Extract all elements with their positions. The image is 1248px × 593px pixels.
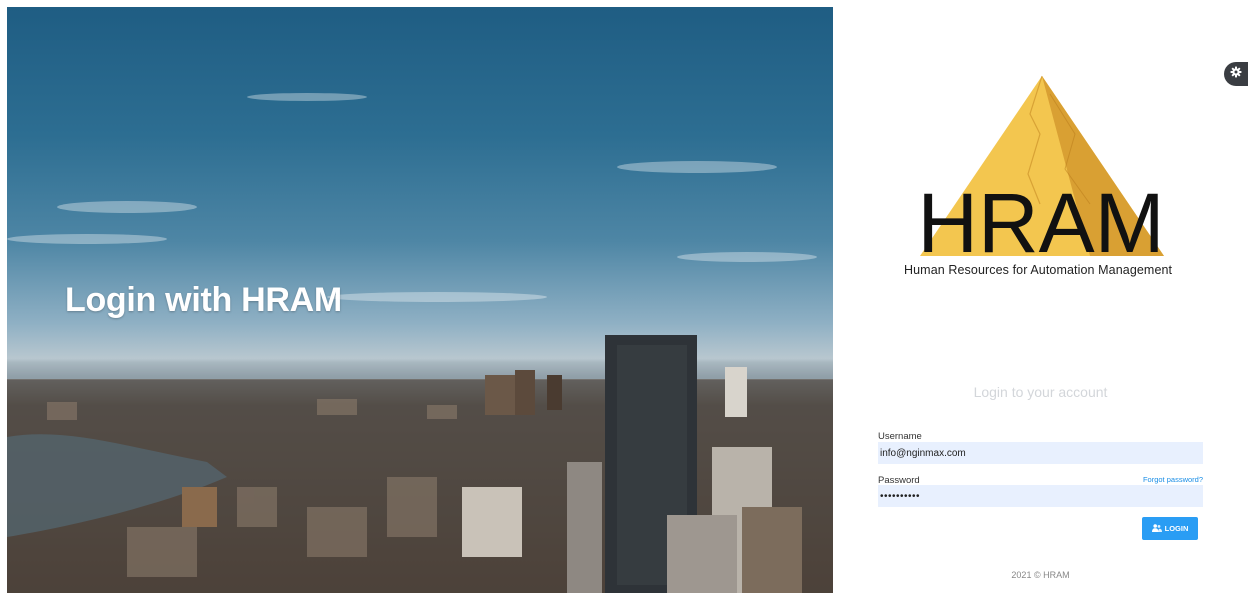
logo-tagline: Human Resources for Automation Managemen…	[904, 263, 1173, 277]
password-input[interactable]	[878, 485, 1203, 507]
login-button-label: LOGIN	[1164, 524, 1189, 533]
users-icon	[1151, 523, 1162, 534]
login-button[interactable]: LOGIN	[1142, 517, 1198, 540]
settings-toggle-button[interactable]	[1224, 62, 1248, 86]
hram-logo: HRAM	[900, 74, 1182, 284]
footer-copyright: 2021 © HRAM	[1011, 570, 1070, 580]
username-input[interactable]	[878, 442, 1203, 464]
hero-title: Login with HRAM	[65, 281, 342, 319]
logo-wordmark: HRAM	[917, 176, 1164, 264]
hero-background-image: Login with HRAM	[7, 7, 833, 593]
forgot-password-link[interactable]: Forgot password?	[1120, 475, 1203, 484]
username-label: Username	[878, 431, 922, 442]
gear-icon	[1230, 65, 1242, 83]
login-subtitle: Login to your account	[973, 384, 1108, 400]
